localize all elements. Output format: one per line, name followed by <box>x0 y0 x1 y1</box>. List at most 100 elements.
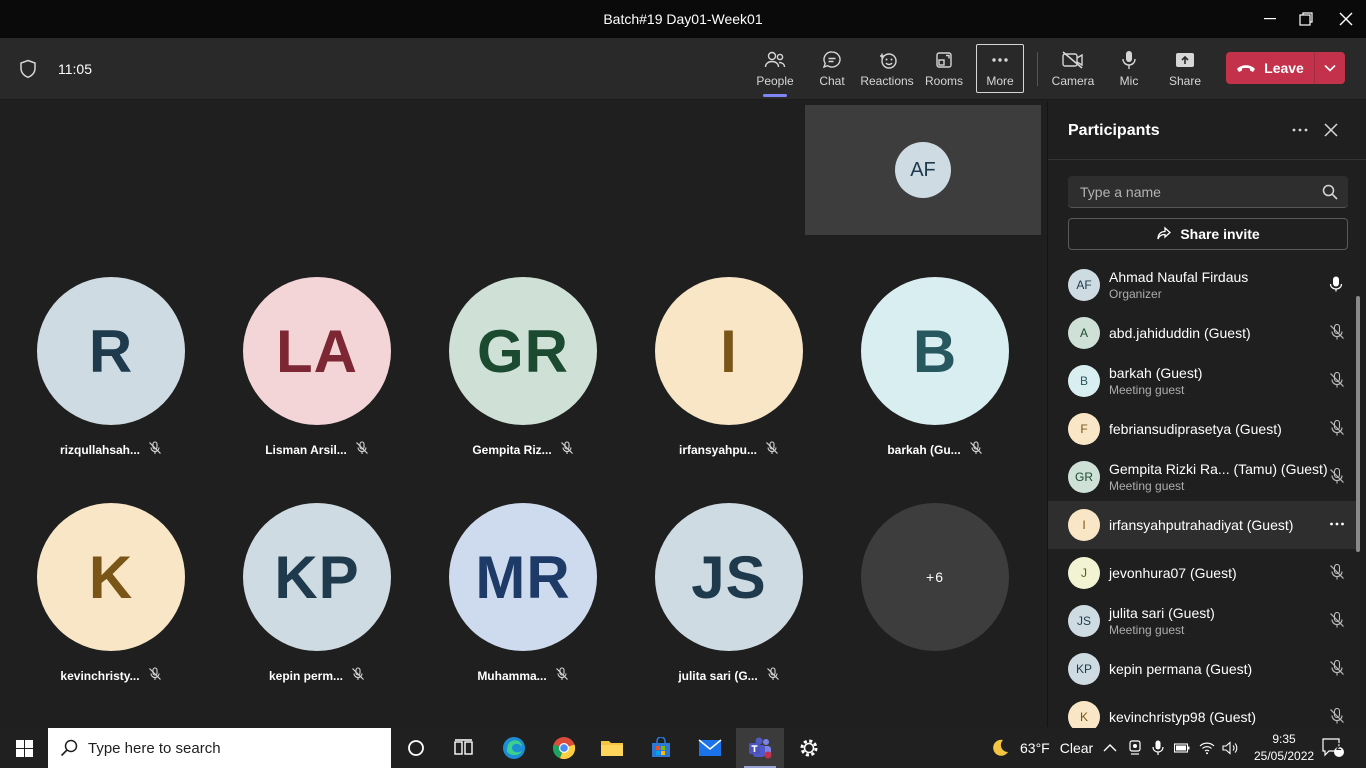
participant-name: kevinchristy... <box>60 668 140 683</box>
share-button[interactable]: Share <box>1166 45 1204 93</box>
participant-tile[interactable]: KP kepin perm... <box>214 503 420 684</box>
participant-row[interactable]: Jjevonhura07 (Guest) <box>1048 549 1356 597</box>
participant-name: rizqullahsah... <box>59 442 140 457</box>
leave-button[interactable]: Leave <box>1226 60 1314 76</box>
battery-tray-icon[interactable] <box>1174 728 1190 768</box>
share-invite-button[interactable]: Share invite <box>1068 218 1348 250</box>
participants-panel: Participants Share invite AFAhmad Naufal… <box>1047 101 1366 733</box>
rooms-icon <box>936 52 952 68</box>
participant-tile[interactable]: Rrizqullahsah... <box>8 277 214 458</box>
share-invite-label: Share invite <box>1180 226 1260 242</box>
participant-row[interactable]: Ffebriansudiprasetya (Guest) <box>1048 405 1356 453</box>
participant-avatar: J <box>1068 557 1100 589</box>
chat-label: Chat <box>819 74 845 88</box>
hangup-icon <box>1237 65 1256 72</box>
participant-list-scrollbar[interactable] <box>1356 296 1360 552</box>
participant-search-input[interactable] <box>1080 183 1310 200</box>
title-bar: Batch#19 Day01-Week01 <box>0 0 1366 38</box>
people-label: People <box>756 74 794 88</box>
search-icon[interactable] <box>1322 184 1338 205</box>
gear-icon <box>800 739 818 757</box>
mail-button[interactable] <box>686 728 734 768</box>
participant-label: Lisman Arsil... <box>265 441 369 458</box>
participant-avatar: KP <box>1068 653 1100 685</box>
taskbar-time: 9:35 <box>1272 732 1296 746</box>
participant-tile[interactable]: Iirfansyahpu... <box>626 277 832 458</box>
windows-taskbar: Type here to search 63°F Clear 9:35 25/0… <box>0 728 1366 768</box>
more-actions-button[interactable]: More <box>976 44 1024 93</box>
minimize-button[interactable] <box>1250 0 1290 38</box>
close-window-button[interactable] <box>1326 0 1366 38</box>
wifi-tray-icon[interactable] <box>1199 728 1215 768</box>
meet-now-tray-icon[interactable] <box>1128 728 1142 768</box>
reactions-button[interactable]: Reactions <box>860 45 914 93</box>
show-hidden-icons-button[interactable] <box>1103 728 1117 768</box>
weather-widget[interactable]: 63°F Clear <box>990 728 1093 768</box>
participant-row[interactable]: AF Ahmad Naufal Firdaus Organizer <box>1048 261 1356 309</box>
self-video-tile[interactable]: AF <box>805 105 1041 235</box>
participant-row[interactable]: KP kepin permana (Guest) <box>1048 645 1356 693</box>
self-avatar: AF <box>895 142 951 198</box>
store-icon <box>652 737 670 757</box>
leave-options-button[interactable] <box>1315 64 1345 72</box>
teams-icon <box>749 737 772 759</box>
chrome-taskbar-button[interactable] <box>540 728 588 768</box>
mic-off-icon <box>766 667 780 684</box>
mic-button[interactable]: Mic <box>1112 45 1146 93</box>
active-tab-indicator <box>763 94 787 97</box>
camera-off-icon <box>1062 51 1083 69</box>
camera-button[interactable]: Camera <box>1051 45 1095 93</box>
participant-tile[interactable]: MR Muhamma... <box>420 503 626 684</box>
participant-tile[interactable]: JS julita sari (G... <box>626 503 832 684</box>
cortana-button[interactable] <box>392 728 440 768</box>
chevron-down-icon <box>1324 64 1336 72</box>
panel-more-icon[interactable] <box>1291 121 1309 144</box>
volume-tray-icon[interactable] <box>1222 728 1240 768</box>
participant-name: kevinchristyp98 (Guest) <box>1109 709 1257 725</box>
participant-row[interactable]: Aabd.jahiduddin (Guest) <box>1048 309 1356 357</box>
participant-name: Muhamma... <box>477 668 547 683</box>
settings-taskbar-button[interactable] <box>785 728 833 768</box>
start-button[interactable] <box>0 728 48 768</box>
microphone-tray-icon[interactable] <box>1152 728 1164 768</box>
more-options-icon[interactable] <box>1329 516 1345 537</box>
mic-off-icon <box>1329 371 1345 393</box>
participant-row[interactable]: Bbarkah (Guest) Meeting guest <box>1048 357 1356 405</box>
participant-search <box>1068 176 1348 208</box>
participant-avatar: AF <box>1068 269 1100 301</box>
clock-widget[interactable]: 9:35 25/05/2022 <box>1254 731 1314 765</box>
task-view-button[interactable] <box>440 728 488 768</box>
store-button[interactable] <box>637 728 685 768</box>
shield-icon[interactable] <box>18 59 38 84</box>
participant-tile[interactable]: LA Lisman Arsil... <box>214 277 420 458</box>
participant-info: barkah (Guest) Meeting guest <box>1109 365 1202 397</box>
participant-tile[interactable]: GR Gempita Riz... <box>420 277 626 458</box>
participant-info: Gempita Rizki Ra... (Tamu) (Guest) Meetin… <box>1109 461 1328 493</box>
rooms-button[interactable]: Rooms <box>923 45 965 93</box>
file-explorer-button[interactable] <box>588 728 636 768</box>
mic-off-icon <box>1329 611 1345 633</box>
teams-taskbar-button[interactable] <box>736 728 784 768</box>
participant-avatar: A <box>1068 317 1100 349</box>
edge-taskbar-button[interactable] <box>490 728 538 768</box>
maximize-button[interactable] <box>1286 0 1326 38</box>
overflow-tile[interactable]: +6 <box>832 503 1038 651</box>
participant-tile[interactable]: Kkevinchristy... <box>8 503 214 684</box>
windows-logo-icon <box>15 739 33 757</box>
chat-button[interactable]: Chat <box>812 45 852 93</box>
participant-tile[interactable]: Bbarkah (Gu... <box>832 277 1038 458</box>
participant-info: jevonhura07 (Guest) <box>1109 565 1237 581</box>
participant-role: Meeting guest <box>1109 623 1185 637</box>
participant-name: irfansyahputrahadiyat (Guest) <box>1109 517 1294 533</box>
taskbar-search-box[interactable]: Type here to search <box>48 728 391 768</box>
close-panel-icon[interactable] <box>1323 122 1339 143</box>
participant-name: julita sari (G... <box>678 668 758 683</box>
participant-row[interactable]: JS julita sari (Guest) Meeting guest <box>1048 597 1356 645</box>
mic-label: Mic <box>1119 74 1139 88</box>
participant-row[interactable]: Iirfansyahputrahadiyat (Guest) <box>1048 501 1356 549</box>
participant-label: Muhamma... <box>477 667 568 684</box>
participant-avatar: JS <box>1068 605 1100 637</box>
participant-row[interactable]: GR Gempita Rizki Ra... (Tamu) (Guest) Meet… <box>1048 453 1356 501</box>
notification-center-button[interactable]: 2 <box>1322 728 1344 768</box>
people-button[interactable]: People <box>756 45 794 97</box>
